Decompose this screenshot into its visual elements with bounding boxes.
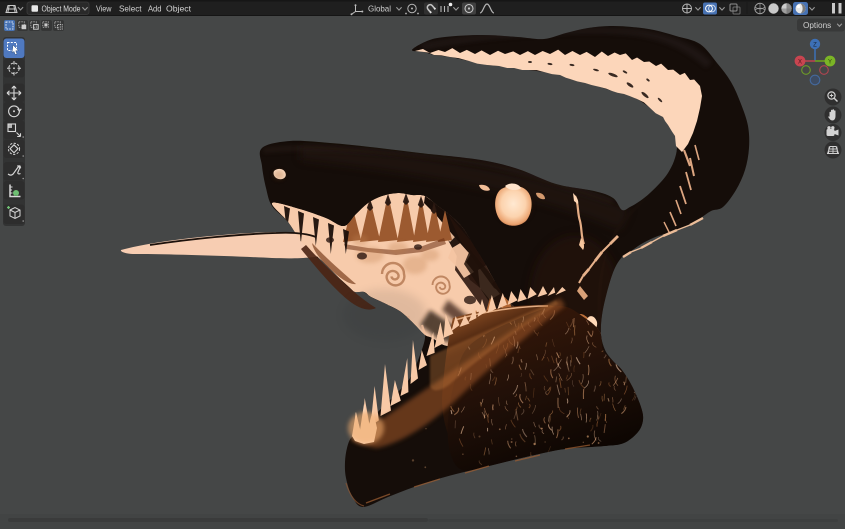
svg-text:Select: Select: [119, 5, 142, 14]
svg-text:Options: Options: [803, 21, 831, 30]
svg-text:View: View: [96, 5, 112, 14]
svg-text:Object: Object: [166, 5, 192, 14]
svg-text:Add: Add: [148, 5, 162, 14]
svg-text:Object Mode: Object Mode: [42, 5, 81, 14]
svg-text:Global: Global: [368, 5, 391, 14]
svg-text:Z: Z: [813, 42, 817, 48]
svg-text:X: X: [798, 59, 802, 65]
svg-text:Y: Y: [828, 59, 832, 65]
